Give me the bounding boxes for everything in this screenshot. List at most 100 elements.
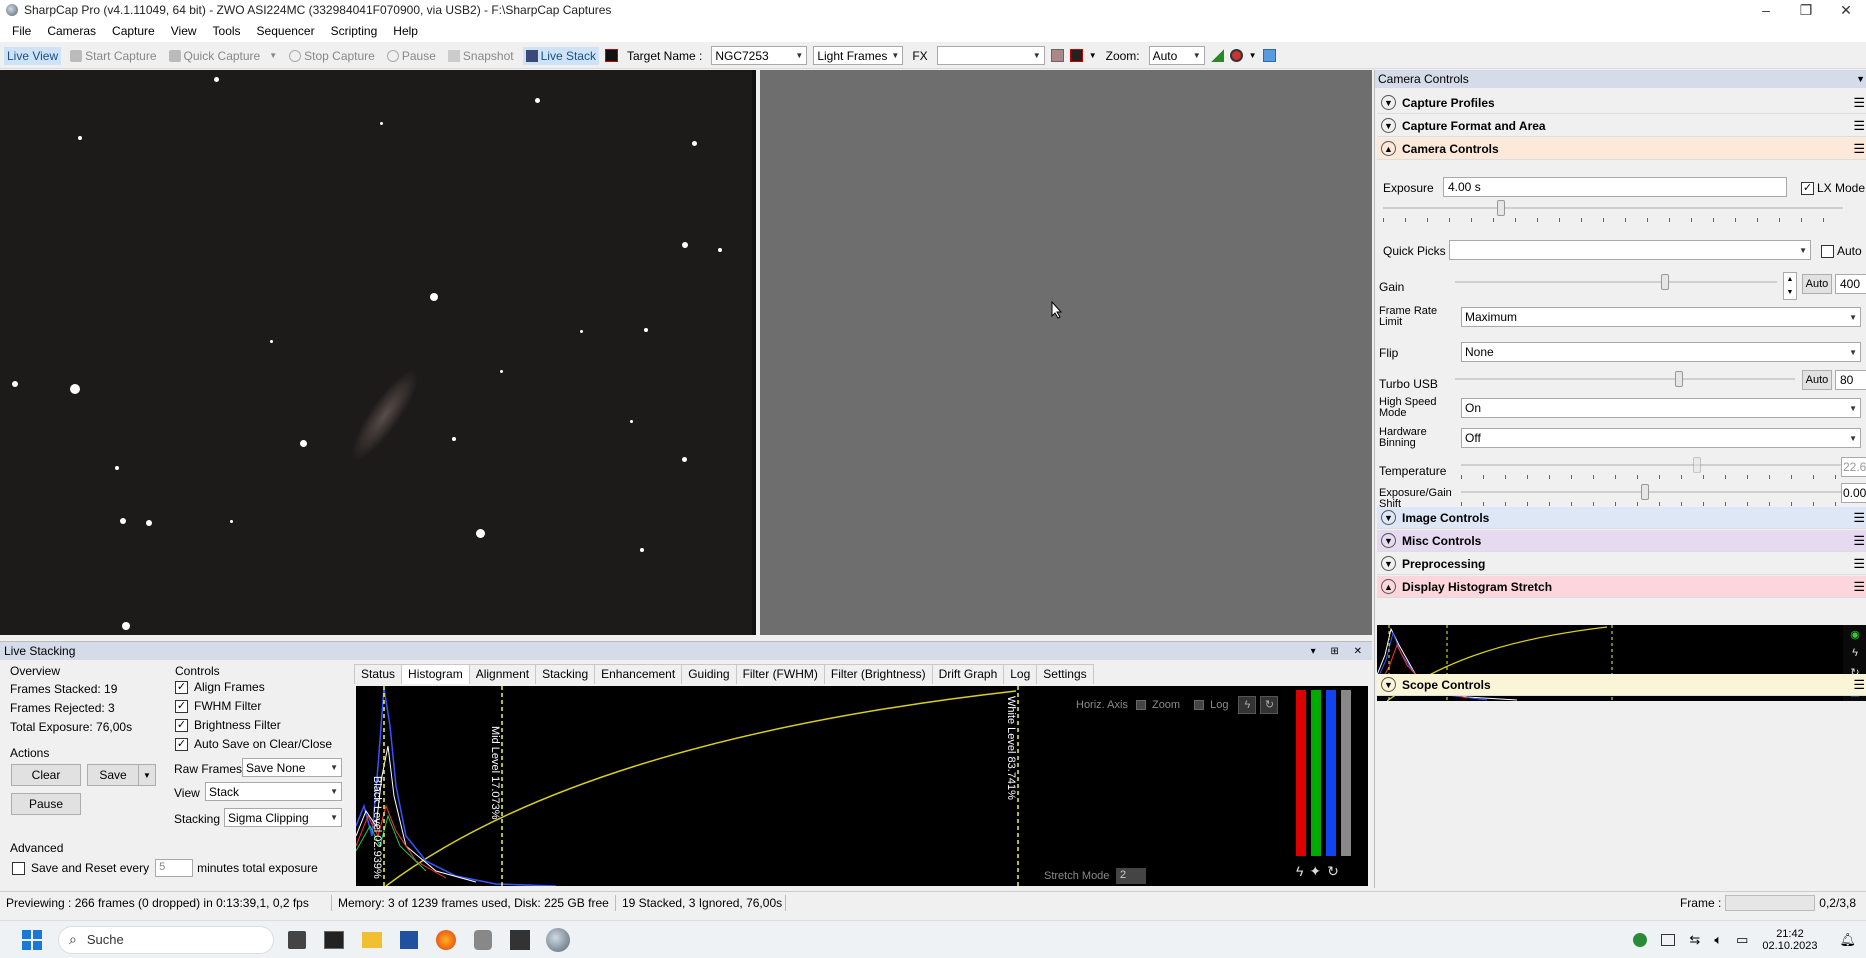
lightning-icon[interactable]: ϟ [1852,647,1858,659]
luminance-channel-slider[interactable] [1341,690,1351,856]
tab-drift-graph[interactable]: Drift Graph [931,664,1005,684]
chevron-down-icon[interactable]: ▼ [1089,51,1097,60]
turbo-usb-slider[interactable] [1455,370,1795,390]
tab-status[interactable]: Status [354,664,403,684]
zoom-combo[interactable]: Auto ▼ [1148,46,1205,65]
quick-capture-button[interactable]: Quick Capture ▼ [166,47,281,65]
stack-histogram[interactable]: Black Level 02.939% Mid Level 17.073% Wh… [356,686,1368,886]
menu-file[interactable]: File [4,24,39,38]
section-capture-profiles[interactable]: ▼ Capture Profiles ☰ [1377,92,1866,114]
minimize-button[interactable]: – [1746,0,1786,20]
high-speed-combo[interactable]: On ▼ [1461,398,1861,418]
maximize-button[interactable]: ❐ [1786,0,1826,20]
close-window-button[interactable]: ✕ [1826,0,1866,20]
start-capture-button[interactable]: Start Capture [67,47,159,65]
section-preprocessing[interactable]: ▼ Preprocessing ☰ [1377,553,1866,575]
network-icon[interactable]: ⇆ [1689,932,1700,948]
task-view-icon[interactable] [288,930,306,949]
hamburger-icon[interactable]: ☰ [1853,533,1865,549]
log-checkbox[interactable] [1194,700,1205,710]
hamburger-icon[interactable]: ☰ [1853,141,1865,157]
brightness-filter-checkbox[interactable]: ✓ [175,719,188,733]
file-explorer-icon[interactable] [362,931,382,948]
focus-assist-icon[interactable] [1069,49,1083,62]
hamburger-icon[interactable]: ☰ [1853,556,1865,572]
battery-icon[interactable]: ▭ [1736,932,1748,948]
tab-enhancement[interactable]: Enhancement [594,664,683,684]
live-stack-button[interactable]: Live Stack [522,46,599,65]
align-frames-checkbox[interactable]: ✓ [175,681,188,695]
display-icon[interactable] [1661,933,1676,946]
channel-sliders[interactable] [1296,690,1356,856]
turbo-auto-button[interactable]: Auto [1802,370,1832,390]
stop-capture-button[interactable]: Stop Capture [286,47,378,65]
section-capture-format[interactable]: ▼ Capture Format and Area ☰ [1377,115,1866,137]
chevron-down-icon[interactable]: ▼ [1249,51,1257,60]
terminal-icon[interactable] [324,930,344,949]
quick-picks-combo[interactable]: ▼ [1449,240,1811,260]
hamburger-icon[interactable]: ☰ [1853,677,1865,693]
histogram-icon[interactable] [1210,49,1224,62]
tab-stacking[interactable]: Stacking [535,664,596,684]
stacking-combo[interactable]: Sigma Clipping ▼ [224,808,342,827]
section-camera-controls[interactable]: ▲ Camera Controls ☰ [1377,138,1866,160]
pause-button[interactable]: Pause [384,47,439,65]
pin-icon[interactable] [1262,49,1276,62]
windows-start-icon[interactable] [22,929,42,950]
tab-log[interactable]: Log [1003,664,1038,684]
menu-view[interactable]: View [163,24,205,38]
tab-filter-fwhm[interactable]: Filter (FWHM) [735,664,825,684]
frame-type-combo[interactable]: Light Frames ▼ [813,46,904,65]
gain-value[interactable]: 400 [1835,274,1866,294]
menu-scripting[interactable]: Scripting [323,24,386,38]
taskbar-clock[interactable]: 21:42 02.10.2023 [1762,928,1817,952]
hamburger-icon[interactable]: ☰ [1853,95,1865,111]
zoom-checkbox[interactable] [1135,700,1146,710]
grid-icon[interactable] [604,49,618,62]
save-button[interactable]: Save [87,764,139,786]
stretch-mode-value[interactable]: 2 [1116,868,1146,884]
panel-window-controls[interactable]: ▾ ⊞ ✕ [1311,646,1368,657]
save-disk-icon[interactable] [400,930,418,949]
app-icon[interactable] [510,929,530,950]
section-misc-controls[interactable]: ▼ Misc Controls ☰ [1377,530,1866,552]
target-name-combo[interactable]: NGC7253 ▼ [711,46,808,65]
camera-image[interactable] [0,70,756,635]
tab-guiding[interactable]: Guiding [681,664,737,684]
lightning-icon[interactable]: ϟ [1238,696,1257,714]
tab-histogram[interactable]: Histogram [401,664,470,684]
clear-button[interactable]: Clear [11,764,81,786]
exposure-slider[interactable] [1383,199,1843,222]
tab-alignment[interactable]: Alignment [468,664,537,684]
flip-combo[interactable]: None ▼ [1461,342,1861,362]
hamburger-icon[interactable]: ☰ [1853,579,1865,595]
reticle-icon[interactable] [1050,49,1064,62]
hw-binning-combo[interactable]: Off ▼ [1461,428,1861,448]
histogram-tool-icons[interactable]: ϟ✦↻ [1296,864,1345,878]
blue-channel-slider[interactable] [1326,690,1336,856]
hamburger-icon[interactable]: ☰ [1853,510,1865,526]
section-display-histogram[interactable]: ▲ Display Histogram Stretch ☰ [1377,576,1866,598]
pause-stack-button[interactable]: Pause [11,793,81,815]
gain-slider[interactable] [1455,273,1777,293]
firefox-icon[interactable] [436,929,456,950]
exp-gain-shift-slider[interactable] [1461,483,1841,506]
sharpcap-taskbar-icon[interactable] [546,927,570,952]
power-icon[interactable]: ◉ [1850,628,1860,641]
menu-tools[interactable]: Tools [205,24,249,38]
image-background-area[interactable] [760,70,1372,635]
auto-save-checkbox[interactable]: ✓ [175,738,188,752]
quick-picks-auto-checkbox[interactable] [1821,244,1834,258]
green-channel-slider[interactable] [1311,690,1321,856]
save-reset-minutes[interactable]: 5 [155,859,194,877]
gain-auto-button[interactable]: Auto [1802,274,1832,294]
red-channel-slider[interactable] [1296,690,1306,856]
section-image-controls[interactable]: ▼ Image Controls ☰ [1377,507,1866,529]
menu-sequencer[interactable]: Sequencer [249,24,323,38]
raw-frames-combo[interactable]: Save None ▼ [242,758,342,777]
defender-icon[interactable] [1633,932,1648,947]
hamburger-icon[interactable]: ☰ [1853,118,1865,134]
exposure-input[interactable]: 4.00 s [1443,177,1787,197]
magnifier-icon[interactable] [1229,49,1243,62]
notification-bell-icon[interactable]: 🔔︎ [1839,932,1856,948]
